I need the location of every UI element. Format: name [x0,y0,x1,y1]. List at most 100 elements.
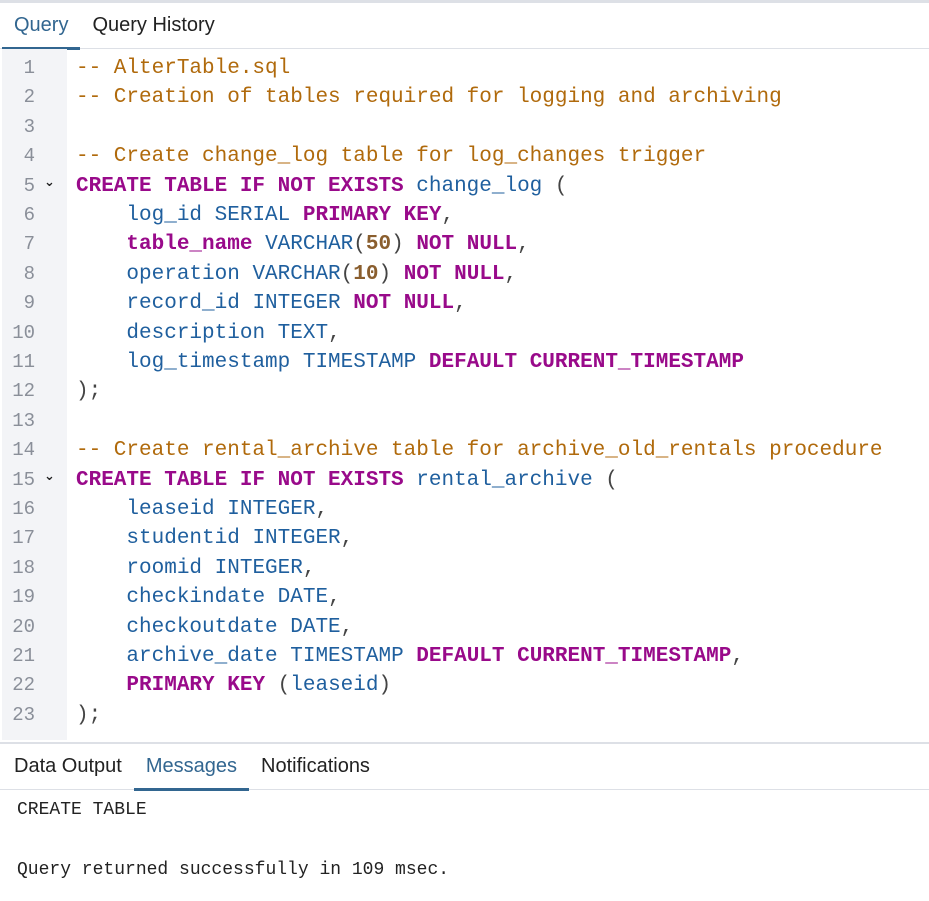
line-number: 6 [23,204,35,226]
line-number: 19 [12,586,35,609]
punctuation-token: ( [340,262,354,286]
code-line[interactable]: 20 checkoutdate DATE, [0,613,929,642]
message-create-table: CREATE TABLE [17,800,147,820]
code-line[interactable]: 11 log_timestamp TIMESTAMP DEFAULT CURRE… [0,348,929,377]
code-line[interactable]: 4 -- Create change_log table for log_chan… [0,142,929,171]
code-text: leaseid INTEGER, [76,495,328,524]
code-line[interactable]: 16 leaseid INTEGER, [0,495,929,524]
tab-notifications[interactable]: Notifications [249,744,382,789]
punctuation-token: , [517,233,530,257]
punctuation-token [76,674,126,697]
punctuation-token [76,557,126,580]
code-line[interactable]: 23); [0,701,929,730]
code-text: CREATE TABLE IF NOT EXISTS change_log ( [76,172,568,201]
code-line[interactable]: 7 table_name VARCHAR(50) NOT NULL, [0,230,929,259]
punctuation-token: ); [76,703,102,727]
line-number: 15 [12,468,35,491]
line-number: 14 [12,439,35,462]
punctuation-token [76,263,126,286]
tab-messages[interactable]: Messages [133,744,250,791]
keyword-token: NOT NULL [416,233,518,257]
line-number: 22 [12,674,35,697]
code-text: description TEXT, [76,319,340,348]
code-line[interactable]: 15 ⌄ CREATE TABLE IF NOT EXISTS rental_arc… [0,466,929,495]
punctuation-token: , [504,262,518,286]
line-number: 8 [23,262,35,285]
output-tabs: Data Output Messages Notifications [0,742,929,791]
code-line[interactable]: 22 PRIMARY KEY (leaseid) [0,671,929,700]
punctuation-token [76,527,126,550]
code-text: PRIMARY KEY (leaseid) [76,671,391,700]
fold-chevron-icon[interactable]: ⌄ [44,168,55,197]
code-line[interactable]: 17 studentid INTEGER, [0,524,929,553]
code-line[interactable]: 13 [0,407,929,436]
line-number: 9 [23,292,35,315]
punctuation-token: ) [378,262,404,286]
punctuation-token: ( [265,674,291,698]
code-text: table_name VARCHAR(50) NOT NULL, [76,230,530,259]
punctuation-token: ( [542,174,568,198]
punctuation-token: , [328,586,341,610]
punctuation-token: , [454,292,467,316]
keyword-token: NOT NULL [353,292,455,316]
code-line[interactable]: 1 -- AlterTable.sql [0,54,929,83]
comment-token: -- AlterTable.sql [76,57,291,80]
code-line[interactable]: 19 checkindate DATE, [0,583,929,612]
line-number: 12 [12,380,35,403]
code-text: archive_date TIMESTAMP DEFAULT CURRENT_T… [76,642,744,671]
punctuation-token [76,351,126,374]
code-line[interactable]: 12); [0,377,929,406]
line-number: 17 [12,527,35,550]
punctuation-token [416,351,429,374]
code-line[interactable]: 10 description TEXT, [0,319,929,348]
line-number: 18 [12,556,35,579]
identifier-token: log_id SERIAL [126,204,291,227]
punctuation-token: ); [76,380,102,404]
punctuation-token [341,292,354,315]
code-line[interactable]: 6 log_id SERIAL PRIMARY KEY, [0,201,929,230]
code-line[interactable]: 3 [0,113,929,142]
code-line[interactable]: 14 -- Create rental_archive table for arc… [0,436,929,465]
code-line[interactable]: 21 archive_date TIMESTAMP DEFAULT CURREN… [0,642,929,671]
punctuation-token: , [302,556,316,580]
code-line[interactable]: 2 -- Creation of tables required for logg… [0,83,929,112]
punctuation-token: , [315,498,329,521]
code-text: checkindate DATE, [76,583,341,612]
identifier-token: checkindate DATE [126,586,329,610]
tab-query[interactable]: Query [2,3,81,50]
identifier-token: checkoutdate DATE [126,615,341,639]
code-line[interactable]: 9 record_id INTEGER NOT NULL, [0,289,929,318]
identifier-token: rental_archive [416,468,593,492]
sql-editor[interactable]: 1 -- AlterTable.sql 2 -- Creation of tables… [0,49,929,740]
code-text: ); [76,701,101,730]
identifier-token: description TEXT [126,321,329,345]
identifier-token: log_timestamp TIMESTAMP [126,351,417,374]
query-tabs: Query Query History [0,3,929,50]
code-line[interactable]: 18 roomid INTEGER, [0,554,929,583]
punctuation-token [76,498,126,521]
line-number: 16 [12,498,35,520]
code-text: -- Create change_log table for log_chang… [76,142,706,171]
code-text: CREATE TABLE IF NOT EXISTS rental_archiv… [76,466,618,495]
fold-chevron-icon[interactable]: ⌄ [44,462,55,491]
comment-token: -- Creation of tables required for loggi… [76,86,782,110]
code-text: record_id INTEGER NOT NULL, [76,289,467,318]
line-number: 2 [23,86,35,109]
comment-token: -- Create rental_archive table for archi… [76,439,883,463]
line-number: 7 [23,233,35,256]
identifier-token: archive_date TIMESTAMP [126,645,404,668]
line-number: 20 [12,615,35,638]
tab-data-output[interactable]: Data Output [2,744,134,789]
punctuation-token: , [731,645,744,668]
line-number: 13 [12,409,35,432]
code-line[interactable]: 8 operation VARCHAR(10) NOT NULL, [0,260,929,289]
tab-query-history[interactable]: Query History [80,3,226,48]
code-text: -- AlterTable.sql [76,54,290,83]
code-line[interactable]: 5 ⌄ CREATE TABLE IF NOT EXISTS change_log … [0,172,929,201]
code-text: roomid INTEGER, [76,554,315,583]
number-token: 10 [353,262,379,286]
keyword-token: NOT NULL [403,262,505,286]
number-token: 50 [365,233,392,257]
code-text: -- Create rental_archive table for archi… [76,436,883,465]
code-text: operation VARCHAR(10) NOT NULL, [76,260,517,289]
